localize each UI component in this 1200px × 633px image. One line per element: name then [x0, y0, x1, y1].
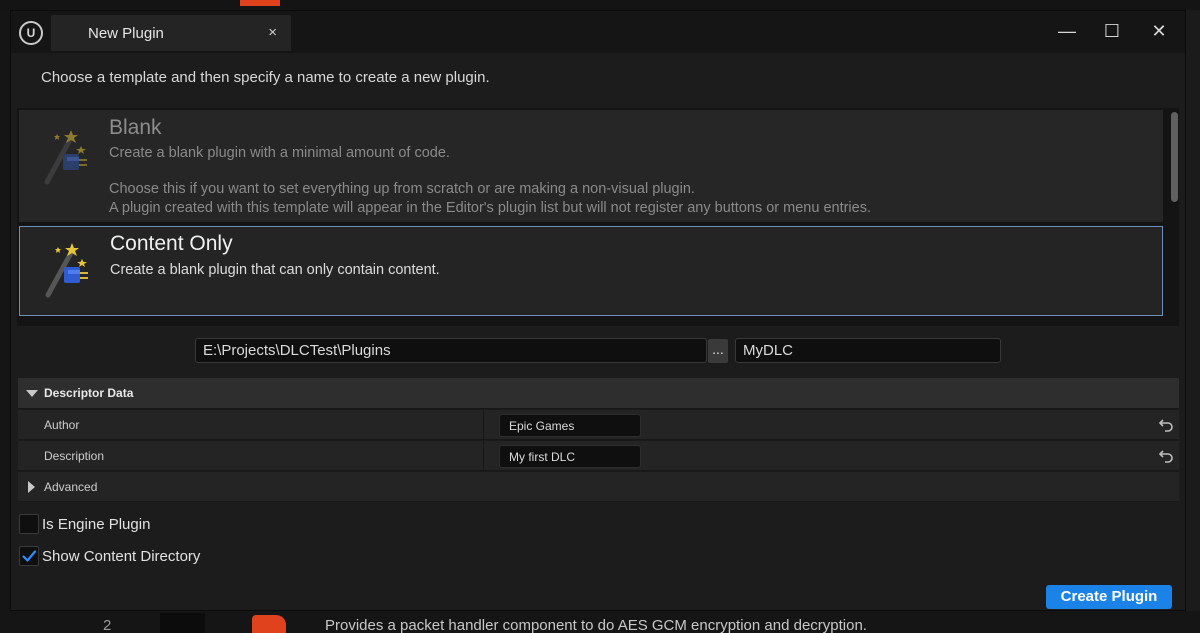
- background-icon-fragment: [240, 0, 280, 6]
- template-title: Content Only: [110, 232, 233, 255]
- engine-plugin-label: Is Engine Plugin: [42, 516, 151, 533]
- background-plugin-icon: [252, 615, 286, 633]
- checkmark-icon: [22, 550, 37, 562]
- property-row-advanced[interactable]: Advanced: [18, 471, 1179, 501]
- description-field[interactable]: My first DLC: [499, 445, 641, 468]
- descriptor-header-label: Descriptor Data: [44, 386, 134, 400]
- template-title: Blank: [109, 116, 162, 139]
- tab-new-plugin[interactable]: New Plugin ×: [51, 15, 291, 51]
- background-row-description: Provides a packet handler component to d…: [325, 617, 867, 633]
- reset-to-default-icon[interactable]: [1158, 416, 1174, 432]
- close-button[interactable]: ✕: [1141, 17, 1177, 45]
- plugin-path-input[interactable]: E:\Projects\DLCTest\Plugins: [195, 338, 707, 363]
- show-content-directory-checkbox[interactable]: [19, 546, 39, 566]
- descriptor-data-header[interactable]: Descriptor Data: [18, 378, 1179, 408]
- column-divider[interactable]: [483, 410, 484, 440]
- author-label: Author: [44, 418, 80, 432]
- tab-close-icon[interactable]: ×: [268, 24, 277, 41]
- author-field[interactable]: Epic Games: [499, 414, 641, 437]
- advanced-label: Advanced: [44, 480, 98, 494]
- create-plugin-button[interactable]: Create Plugin: [1046, 585, 1172, 609]
- template-content-only[interactable]: Content Only Create a blank plugin that …: [19, 226, 1163, 316]
- title-bar[interactable]: U New Plugin × — ☐ ✕: [11, 11, 1185, 53]
- column-divider[interactable]: [483, 441, 484, 471]
- browse-path-button[interactable]: ...: [708, 339, 728, 363]
- description-label: Description: [44, 449, 105, 463]
- instruction-text: Choose a template and then specify a nam…: [41, 69, 490, 86]
- descriptor-data-panel: Descriptor Data Author Epic Games Descri…: [18, 378, 1179, 502]
- chevron-down-icon[interactable]: [26, 390, 38, 397]
- maximize-button[interactable]: ☐: [1094, 17, 1130, 45]
- template-description: Create a blank plugin that can only cont…: [110, 262, 440, 278]
- unreal-logo-icon: U: [19, 21, 43, 45]
- template-blank[interactable]: Blank Create a blank plugin with a minim…: [19, 110, 1163, 222]
- magic-wand-icon: [45, 243, 88, 298]
- tab-title: New Plugin: [88, 25, 164, 42]
- background-row-thumbnail: [160, 613, 205, 633]
- template-details: Choose this if you want to set everythin…: [109, 181, 695, 197]
- background-editor-right: [1186, 10, 1200, 611]
- background-row-number: 2: [103, 617, 112, 633]
- background-editor-top: [0, 0, 1200, 10]
- template-list-scrollbar[interactable]: [1171, 112, 1178, 202]
- template-description: Create a blank plugin with a minimal amo…: [109, 145, 450, 161]
- magic-wand-icon: [44, 130, 87, 185]
- background-plugin-row: 2 Provides a packet handler component to…: [0, 611, 1200, 633]
- new-plugin-dialog: U New Plugin × — ☐ ✕ Choose a template a…: [10, 10, 1186, 611]
- property-row-author: Author Epic Games: [18, 409, 1179, 440]
- engine-plugin-checkbox[interactable]: [19, 514, 39, 534]
- template-list: Blank Create a blank plugin with a minim…: [17, 108, 1179, 326]
- property-row-description: Description My first DLC: [18, 440, 1179, 471]
- plugin-name-input[interactable]: MyDLC: [735, 338, 1001, 363]
- chevron-right-icon[interactable]: [28, 481, 35, 493]
- minimize-button[interactable]: —: [1049, 17, 1085, 45]
- template-details: A plugin created with this template will…: [109, 200, 872, 216]
- show-content-directory-label: Show Content Directory: [42, 548, 201, 565]
- reset-to-default-icon[interactable]: [1158, 447, 1174, 463]
